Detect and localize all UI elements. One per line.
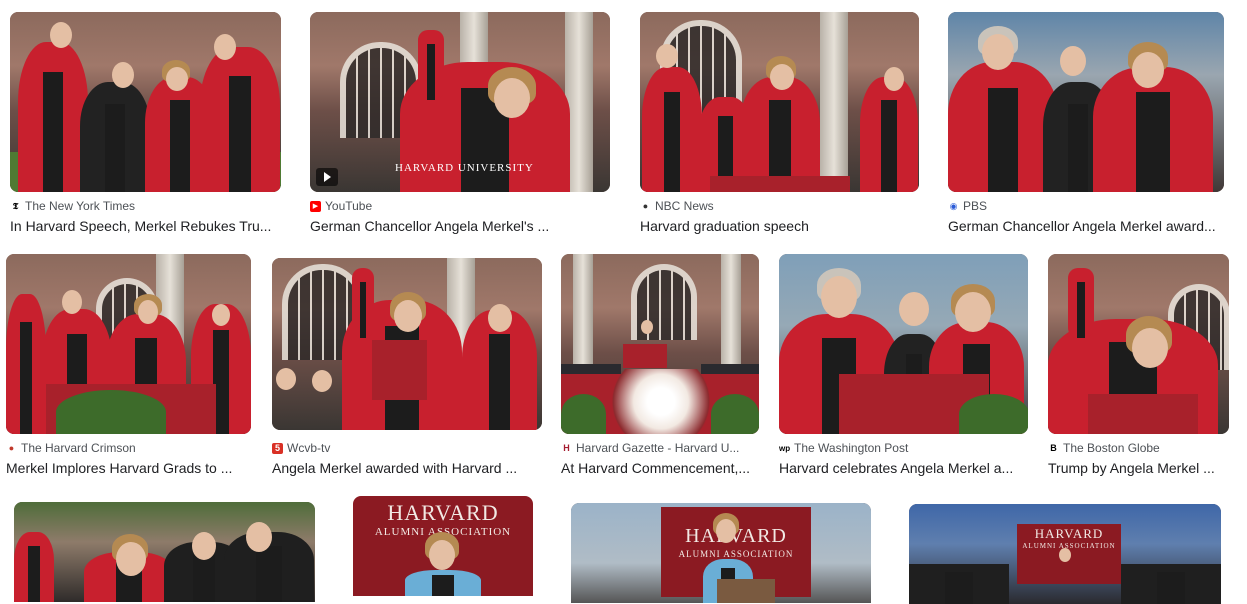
result-card[interactable]: 5 Wcvb-tv Angela Merkel awarded with Har…	[272, 258, 542, 479]
source-label: 𝕿 The New York Times	[10, 199, 135, 213]
result-thumbnail[interactable]	[561, 254, 759, 434]
result-thumbnail[interactable]: HARVARD ALUMNI ASSOCIATION	[571, 503, 871, 603]
result-thumbnail[interactable]	[6, 254, 251, 434]
result-title[interactable]: German Chancellor Angela Merkel's ...	[310, 218, 610, 234]
play-icon	[316, 168, 338, 186]
result-card[interactable]: HARVARD ALUMNI ASSOCIATION	[909, 504, 1221, 604]
result-card[interactable]: HARVARD ALUMNI ASSOCIATION	[353, 496, 533, 596]
result-card[interactable]: ● The Harvard Crimson Merkel Implores Ha…	[6, 254, 251, 479]
wcvb-icon: 5	[272, 442, 283, 454]
source-label: B The Boston Globe	[1048, 441, 1160, 455]
pbs-icon: ◉	[949, 200, 958, 211]
result-card[interactable]: ● NBC News Harvard graduation speech	[640, 12, 919, 237]
source-label: ▶ YouTube	[310, 199, 372, 213]
result-card[interactable]	[14, 502, 315, 602]
source-name: The Harvard Crimson	[21, 441, 136, 455]
source-name: The New York Times	[25, 199, 136, 213]
globe-icon: B	[1050, 442, 1057, 453]
result-title[interactable]: Merkel Implores Harvard Grads to ...	[6, 460, 251, 476]
result-thumbnail[interactable]	[14, 502, 315, 602]
banner-title: HARVARD	[387, 500, 499, 525]
source-label: 5 Wcvb-tv	[272, 441, 330, 455]
result-title[interactable]: Harvard celebrates Angela Merkel a...	[779, 460, 1028, 476]
source-name: YouTube	[325, 199, 373, 213]
youtube-icon: ▶	[310, 200, 321, 212]
source-name: Wcvb-tv	[287, 441, 331, 455]
result-card[interactable]: 𝕿 The New York Times In Harvard Speech, …	[10, 12, 281, 237]
result-card[interactable]: ◉ PBS German Chancellor Angela Merkel aw…	[948, 12, 1224, 237]
result-card[interactable]: wp The Washington Post Harvard celebrate…	[779, 254, 1028, 479]
video-overlay-text: HARVARD UNIVERSITY	[395, 162, 534, 174]
result-thumbnail[interactable]: HARVARD ALUMNI ASSOCIATION	[353, 496, 533, 596]
result-title[interactable]: In Harvard Speech, Merkel Rebukes Tru...	[10, 218, 281, 234]
result-card[interactable]: B The Boston Globe Trump by Angela Merke…	[1048, 254, 1229, 479]
wapo-icon: wp	[779, 443, 791, 453]
source-label: H Harvard Gazette - Harvard U...	[561, 441, 739, 455]
result-title[interactable]: Angela Merkel awarded with Harvard ...	[272, 460, 542, 476]
source-label: ● The Harvard Crimson	[6, 441, 136, 455]
nbc-icon: ●	[642, 200, 649, 211]
result-thumbnail[interactable]: HARVARD ALUMNI ASSOCIATION	[909, 504, 1221, 604]
result-thumbnail[interactable]	[10, 12, 281, 192]
result-title[interactable]: German Chancellor Angela Merkel award...	[948, 218, 1224, 234]
source-name: The Washington Post	[794, 441, 909, 455]
crimson-icon: ●	[8, 442, 15, 453]
banner-title: HARVARD	[1034, 526, 1104, 541]
result-thumbnail[interactable]	[948, 12, 1224, 192]
source-favicon-icon: 𝕿	[12, 200, 19, 211]
result-title[interactable]: Trump by Angela Merkel ...	[1048, 460, 1229, 476]
result-thumbnail[interactable]	[779, 254, 1028, 434]
source-name: PBS	[963, 199, 988, 213]
result-title[interactable]: At Harvard Commencement,...	[561, 460, 759, 476]
source-name: NBC News	[655, 199, 714, 213]
result-thumbnail[interactable]	[272, 258, 542, 430]
banner-subtitle: ALUMNI ASSOCIATION	[678, 549, 794, 559]
source-name: The Boston Globe	[1063, 441, 1160, 455]
gazette-icon: H	[563, 442, 570, 453]
result-title[interactable]: Harvard graduation speech	[640, 218, 919, 234]
result-thumbnail[interactable]	[1048, 254, 1229, 434]
source-label: ● NBC News	[640, 199, 714, 213]
result-card[interactable]: H Harvard Gazette - Harvard U... At Harv…	[561, 254, 759, 479]
result-card[interactable]: HARVARD ALUMNI ASSOCIATION	[571, 503, 871, 603]
source-label: ◉ PBS	[948, 199, 987, 213]
result-card[interactable]: HARVARD UNIVERSITY ▶ YouTube German Chan…	[310, 12, 610, 237]
result-thumbnail[interactable]	[640, 12, 919, 192]
source-label: wp The Washington Post	[779, 441, 908, 455]
source-name: Harvard Gazette - Harvard U...	[576, 441, 740, 455]
result-thumbnail[interactable]: HARVARD UNIVERSITY	[310, 12, 610, 192]
